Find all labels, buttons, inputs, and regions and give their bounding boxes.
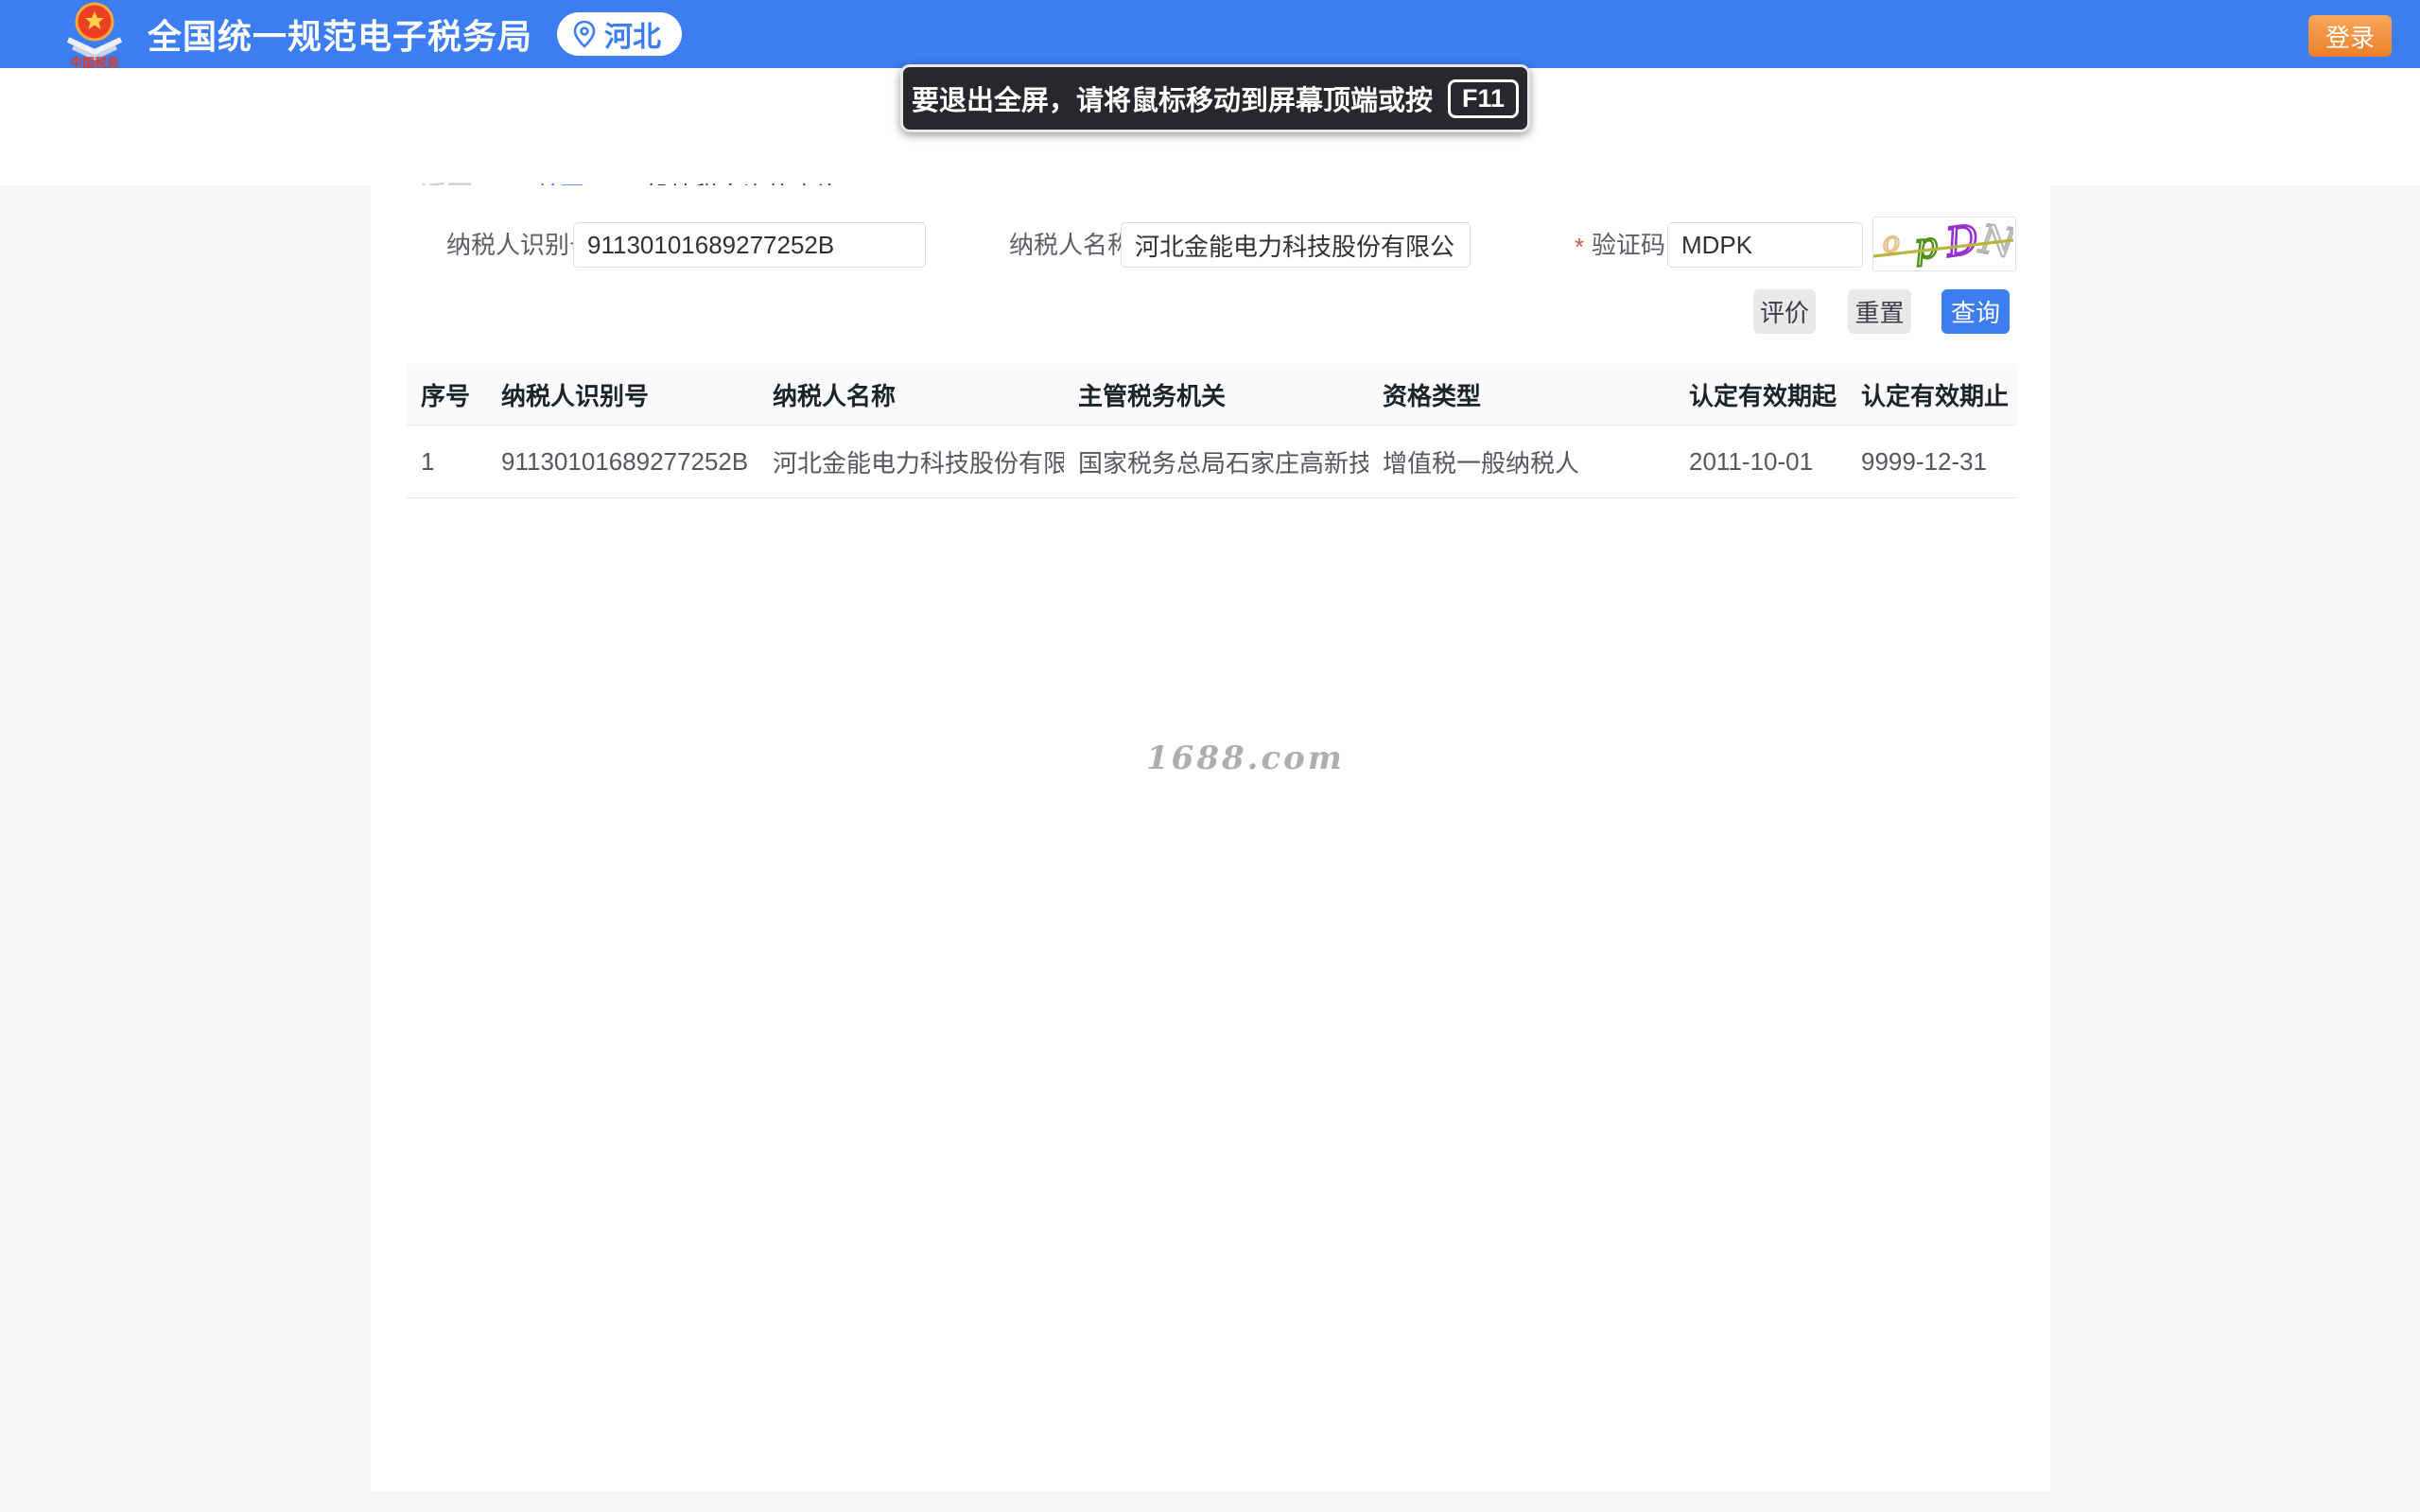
app-title: 全国统一规范电子税务局 bbox=[148, 17, 533, 56]
login-button[interactable]: 登录 bbox=[2308, 15, 2392, 57]
captcha-letter-2: D bbox=[1942, 217, 1981, 266]
table-header: 序号 纳税人识别号 纳税人名称 主管税务机关 资格类型 认定有效期起 认定有效期… bbox=[407, 364, 2017, 426]
cell-index: 1 bbox=[407, 425, 487, 498]
watermark: 1688.com bbox=[1146, 739, 1345, 777]
taxpayer-id-input[interactable] bbox=[573, 222, 926, 268]
taxpayer-name-label: 纳税人名称 bbox=[1009, 231, 1133, 259]
required-asterisk: * bbox=[1575, 233, 1585, 261]
page: { "header": { "title": "全国统一规范电子税务局", "r… bbox=[0, 0, 2420, 1512]
f11-key-badge: F11 bbox=[1447, 78, 1520, 118]
evaluate-button[interactable]: 评价 bbox=[1753, 289, 1816, 334]
cell-qualification-type: 增值税一般纳税人 bbox=[1368, 425, 1675, 498]
col-qualification-type: 资格类型 bbox=[1368, 364, 1675, 426]
cell-taxpayer-id: 91130101689277252B bbox=[487, 425, 758, 498]
col-valid-to: 认定有效期止 bbox=[1847, 364, 2017, 426]
col-valid-from: 认定有效期起 bbox=[1675, 364, 1847, 426]
cell-valid-to: 9999-12-31 bbox=[1847, 425, 2017, 498]
region-selector[interactable]: 河北 bbox=[557, 12, 683, 56]
cell-taxpayer-name: 河北金能电力科技股份有限公司 bbox=[758, 425, 1064, 498]
region-label: 河北 bbox=[604, 22, 662, 53]
col-index: 序号 bbox=[407, 364, 487, 426]
tax-bureau-logo-icon: 中国税务 bbox=[66, 2, 123, 68]
query-panel: 纳税人识别号 纳税人名称 * 验证码 o p D N 评价 重置 查询 序号 纳… bbox=[371, 185, 2050, 1492]
location-pin-icon bbox=[573, 20, 596, 48]
app-header: 中国税务 全国统一规范电子税务局 河北 登录 bbox=[0, 0, 2420, 68]
captcha-input[interactable] bbox=[1667, 222, 1863, 268]
results-table: 序号 纳税人识别号 纳税人名称 主管税务机关 资格类型 认定有效期起 认定有效期… bbox=[407, 364, 2017, 498]
fullscreen-exit-toast: 要退出全屏，请将鼠标移动到屏幕顶端或按 F11 bbox=[900, 64, 1530, 132]
table-row: 1 91130101689277252B 河北金能电力科技股份有限公司 国家税务… bbox=[407, 425, 2017, 498]
captcha-label: 验证码 bbox=[1592, 231, 1666, 259]
logo-caption: 中国税务 bbox=[70, 56, 120, 68]
toast-message: 要退出全屏，请将鼠标移动到屏幕顶端或按 bbox=[911, 86, 1433, 116]
captcha-image[interactable]: o p D N bbox=[1872, 215, 2021, 271]
query-button[interactable]: 查询 bbox=[1941, 289, 2010, 334]
taxpayer-name-input[interactable] bbox=[1121, 222, 1471, 268]
reset-button[interactable]: 重置 bbox=[1848, 289, 1911, 334]
taxpayer-id-label: 纳税人识别号 bbox=[446, 231, 595, 259]
captcha-letter-1: p bbox=[1913, 224, 1940, 268]
cell-valid-from: 2011-10-01 bbox=[1675, 425, 1847, 498]
cell-tax-authority: 国家税务总局石家庄高新技术... bbox=[1064, 425, 1368, 498]
col-taxpayer-name: 纳税人名称 bbox=[758, 364, 1064, 426]
col-taxpayer-id: 纳税人识别号 bbox=[487, 364, 758, 426]
col-tax-authority: 主管税务机关 bbox=[1064, 364, 1368, 426]
